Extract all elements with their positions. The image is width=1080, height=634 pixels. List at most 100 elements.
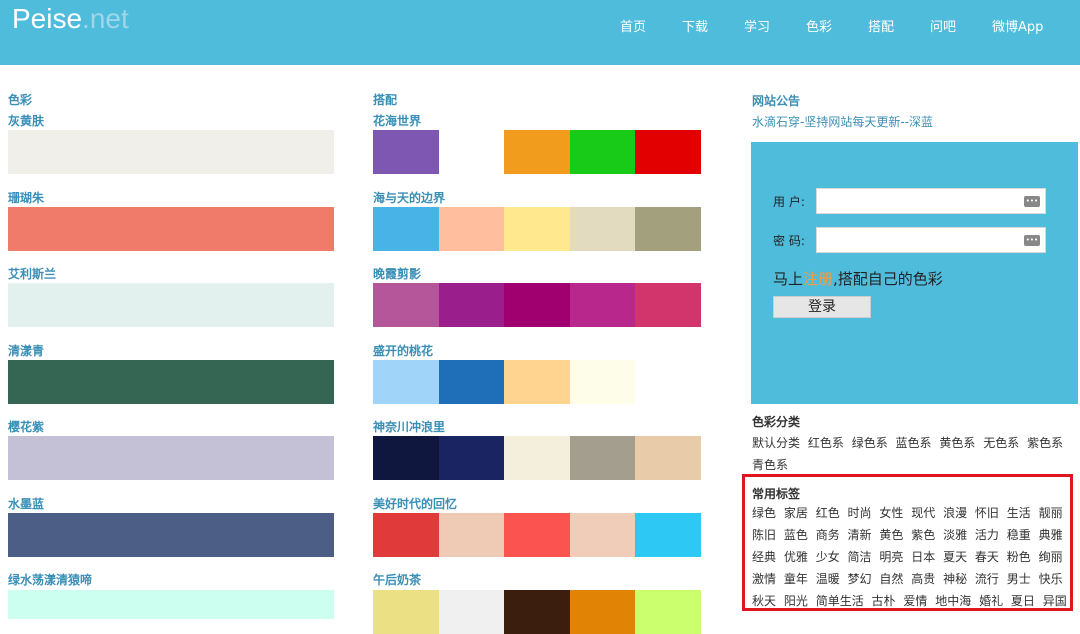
tag-item[interactable]: 现代 — [911, 506, 935, 520]
tag-item[interactable]: 家居 — [784, 506, 808, 520]
tag-item[interactable]: 时尚 — [848, 506, 872, 520]
tag-item[interactable]: 活力 — [975, 528, 999, 542]
combo-strip[interactable] — [373, 513, 701, 557]
register-link[interactable]: 注册 — [803, 270, 833, 288]
combo-name[interactable]: 美好时代的回忆 — [373, 496, 457, 512]
combo-strip[interactable] — [373, 207, 701, 251]
combo-color-cell[interactable] — [373, 360, 439, 404]
notice-link[interactable]: 水滴石穿-坚持网站每天更新--深蓝 — [752, 113, 933, 130]
tag-item[interactable]: 稳重 — [1007, 528, 1031, 542]
category-item[interactable]: 红色系 — [808, 436, 844, 450]
combo-color-cell[interactable] — [504, 283, 570, 327]
combo-color-cell[interactable] — [504, 590, 570, 634]
combo-name[interactable]: 盛开的桃花 — [373, 343, 433, 359]
tag-item[interactable]: 快乐 — [1039, 572, 1063, 586]
tag-item[interactable]: 简洁 — [848, 550, 872, 564]
category-item[interactable]: 默认分类 — [752, 436, 800, 450]
tag-item[interactable]: 生活 — [1007, 506, 1031, 520]
tag-item[interactable]: 婚礼 — [979, 594, 1003, 608]
color-name[interactable]: 樱花紫 — [8, 419, 44, 435]
color-name[interactable]: 清漾青 — [8, 343, 44, 359]
tag-item[interactable]: 经典 — [752, 550, 776, 564]
color-swatch[interactable] — [8, 590, 334, 619]
tag-item[interactable]: 典雅 — [1039, 528, 1063, 542]
combo-color-cell[interactable] — [569, 130, 636, 174]
tag-item[interactable]: 淡雅 — [943, 528, 967, 542]
tag-item[interactable]: 激情 — [752, 572, 776, 586]
combo-color-cell[interactable] — [504, 513, 570, 557]
tag-item[interactable]: 梦幻 — [848, 572, 872, 586]
tag-item[interactable]: 靓丽 — [1039, 506, 1063, 520]
combo-color-cell[interactable] — [373, 436, 439, 480]
tag-item[interactable]: 女性 — [879, 506, 903, 520]
combo-name[interactable]: 海与天的边界 — [373, 190, 445, 206]
tag-item[interactable]: 秋天 — [752, 594, 776, 608]
color-name[interactable]: 艾利斯兰 — [8, 266, 56, 282]
tag-item[interactable]: 男士 — [1007, 572, 1031, 586]
color-name[interactable]: 珊瑚朱 — [8, 190, 44, 206]
combo-color-cell[interactable] — [438, 283, 505, 327]
combo-color-cell[interactable] — [373, 513, 439, 557]
combo-color-cell[interactable] — [635, 130, 701, 174]
combo-strip[interactable] — [373, 360, 701, 404]
tag-item[interactable]: 绚丽 — [1039, 550, 1063, 564]
combo-color-cell[interactable] — [635, 513, 701, 557]
tag-item[interactable]: 流行 — [975, 572, 999, 586]
tag-item[interactable]: 绿色 — [752, 506, 776, 520]
tag-item[interactable]: 高贵 — [911, 572, 935, 586]
combo-color-cell[interactable] — [373, 283, 439, 327]
tag-item[interactable]: 蓝色 — [784, 528, 808, 542]
combo-color-cell[interactable] — [569, 207, 636, 251]
category-item[interactable]: 绿色系 — [852, 436, 888, 450]
combo-color-cell[interactable] — [569, 283, 636, 327]
nav-combos[interactable]: 搭配 — [868, 19, 894, 37]
tag-item[interactable]: 紫色 — [911, 528, 935, 542]
combo-color-cell[interactable] — [438, 360, 505, 404]
combo-strip[interactable] — [373, 436, 701, 480]
tag-item[interactable]: 浪漫 — [943, 506, 967, 520]
combo-color-cell[interactable] — [438, 436, 505, 480]
category-item[interactable]: 紫色系 — [1027, 436, 1063, 450]
tag-item[interactable]: 日本 — [911, 550, 935, 564]
login-button[interactable]: 登录 — [773, 296, 871, 318]
tag-item[interactable]: 优雅 — [784, 550, 808, 564]
password-input[interactable] — [816, 227, 1046, 253]
category-item[interactable]: 黄色系 — [939, 436, 975, 450]
combo-strip[interactable] — [373, 590, 701, 634]
category-item[interactable]: 蓝色系 — [896, 436, 932, 450]
nav-learn[interactable]: 学习 — [744, 19, 770, 37]
tag-item[interactable]: 少女 — [816, 550, 840, 564]
color-name[interactable]: 绿水荡漾清猿啼 — [8, 572, 92, 588]
tag-item[interactable]: 明亮 — [879, 550, 903, 564]
tag-item[interactable]: 夏天 — [943, 550, 967, 564]
combo-color-cell[interactable] — [569, 590, 636, 634]
tag-item[interactable]: 自然 — [879, 572, 903, 586]
color-name[interactable]: 水墨蓝 — [8, 496, 44, 512]
combo-color-cell[interactable] — [504, 360, 570, 404]
tag-item[interactable]: 地中海 — [935, 594, 971, 608]
combo-name[interactable]: 午后奶茶 — [373, 572, 421, 588]
combo-color-cell[interactable] — [438, 513, 505, 557]
combo-color-cell[interactable] — [504, 436, 570, 480]
combo-color-cell[interactable] — [635, 207, 701, 251]
tag-item[interactable]: 红色 — [816, 506, 840, 520]
combo-color-cell[interactable] — [438, 207, 505, 251]
combo-color-cell[interactable] — [635, 360, 701, 404]
nav-home[interactable]: 首页 — [620, 19, 646, 37]
tag-item[interactable]: 古朴 — [872, 594, 896, 608]
combo-color-cell[interactable] — [373, 130, 439, 174]
combo-color-cell[interactable] — [569, 513, 636, 557]
tag-item[interactable]: 清新 — [848, 528, 872, 542]
nav-colors[interactable]: 色彩 — [806, 19, 832, 37]
combo-color-cell[interactable] — [569, 436, 636, 480]
color-swatch[interactable] — [8, 283, 334, 327]
username-input[interactable] — [816, 188, 1046, 214]
tag-item[interactable]: 商务 — [816, 528, 840, 542]
tag-item[interactable]: 温暖 — [816, 572, 840, 586]
tag-item[interactable]: 粉色 — [1007, 550, 1031, 564]
category-item[interactable]: 无色系 — [983, 436, 1019, 450]
combo-color-cell[interactable] — [635, 436, 701, 480]
password-key-icon[interactable]: ••• — [1024, 235, 1040, 246]
password-key-icon[interactable]: ••• — [1024, 196, 1040, 207]
combo-color-cell[interactable] — [569, 360, 636, 404]
